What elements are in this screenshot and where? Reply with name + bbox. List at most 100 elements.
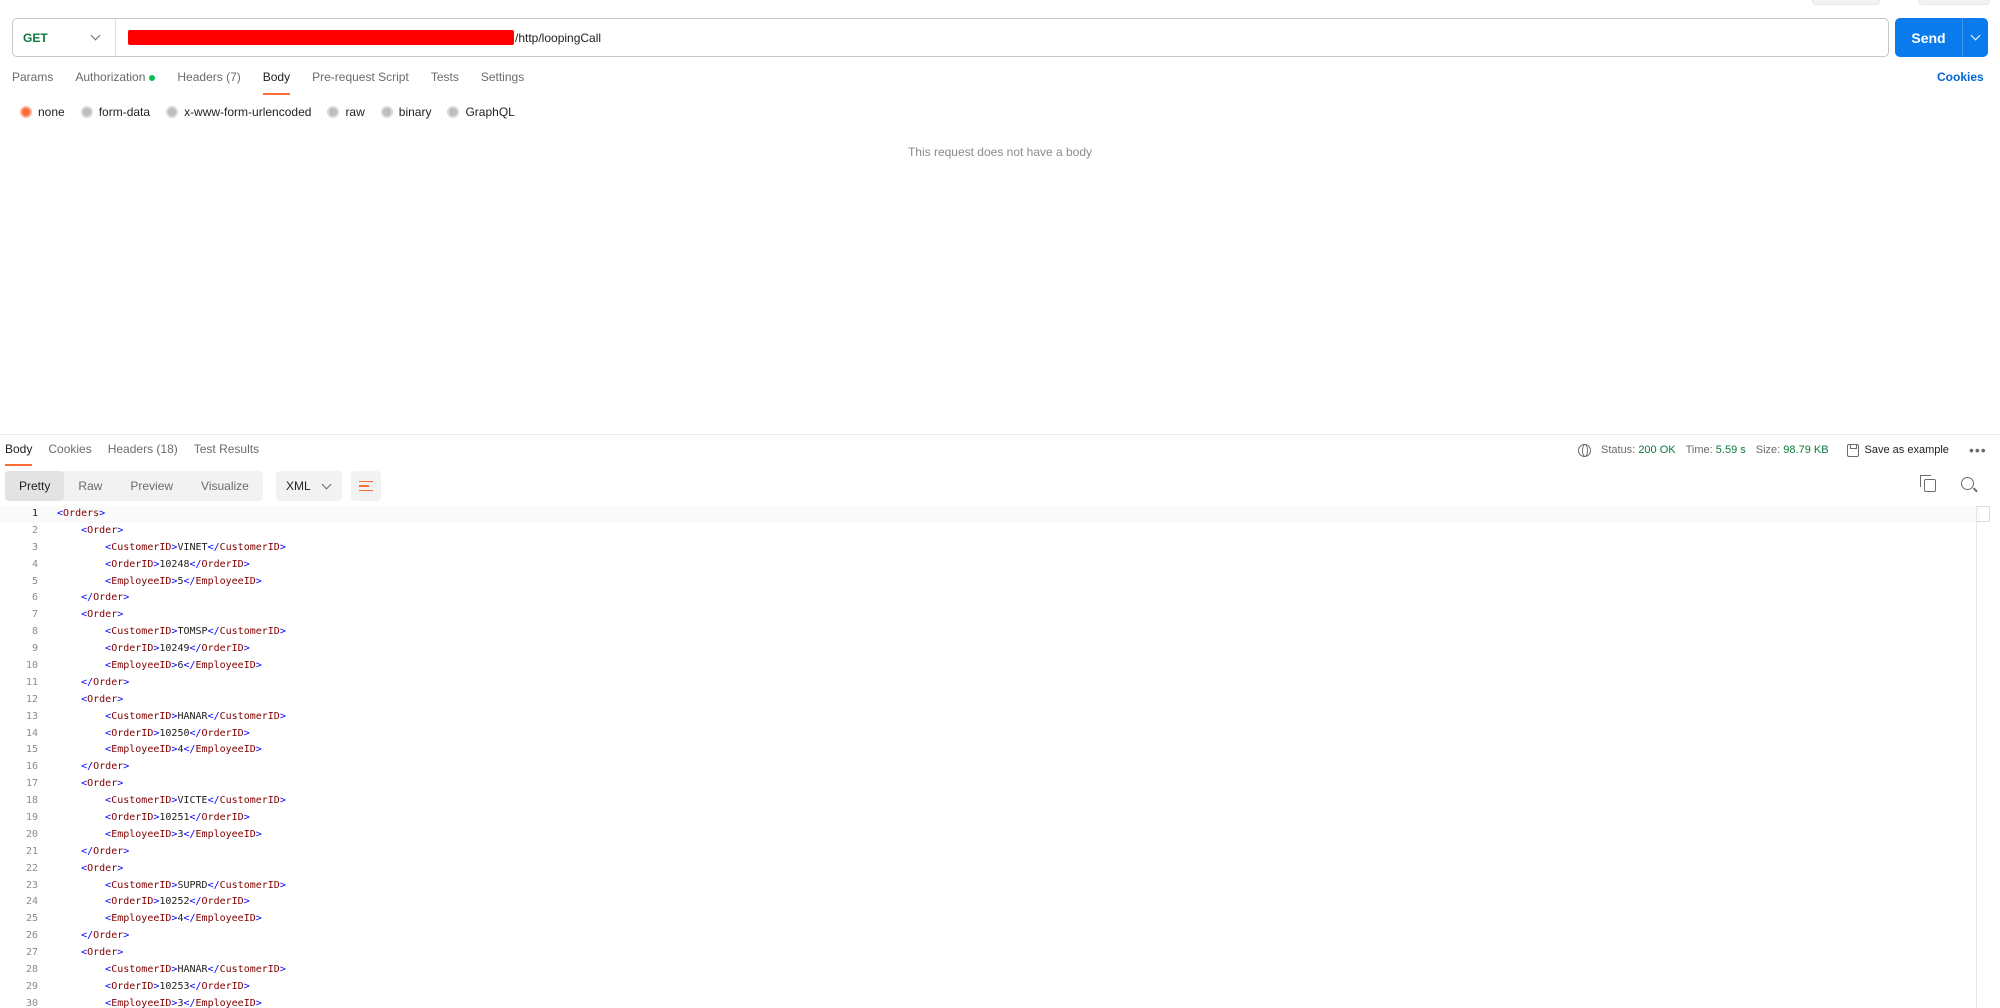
- tab-params[interactable]: Params: [12, 70, 53, 95]
- tab-label: Authorization: [75, 70, 146, 84]
- more-options-icon[interactable]: •••: [1969, 442, 1987, 458]
- tab-label: Headers (7): [177, 70, 241, 84]
- line-number: 17: [25, 778, 38, 790]
- line-number: 21: [25, 845, 38, 857]
- format-select[interactable]: XML: [276, 471, 342, 501]
- scrollbar[interactable]: [1977, 506, 1990, 522]
- tab-response-headers[interactable]: Headers (18): [108, 442, 178, 466]
- code-line: 24 <OrderID>10252</OrderID>: [0, 894, 1980, 911]
- line-number: 27: [25, 947, 38, 959]
- size-readout[interactable]: Size: 98.79 KB: [1756, 444, 1829, 456]
- code-text: </Order>: [81, 592, 130, 604]
- code-line: 21 </Order>: [0, 844, 1980, 861]
- code-text: <Order>: [81, 693, 124, 705]
- chevron-down-icon: [321, 479, 332, 489]
- tab-pre-request-script[interactable]: Pre-request Script: [312, 70, 409, 95]
- code-text: <CustomerID>TOMSP</CustomerID>: [105, 626, 286, 638]
- radio-form-data[interactable]: form-data: [80, 105, 150, 119]
- tab-authorization[interactable]: Authorization: [75, 70, 156, 95]
- send-button[interactable]: Send: [1895, 18, 1962, 57]
- code-text: <OrderID>10252</OrderID>: [105, 896, 250, 908]
- tab-test-results[interactable]: Test Results: [194, 442, 259, 466]
- code-line: 13 <CustomerID>HANAR</CustomerID>: [0, 709, 1980, 726]
- tab-label: Headers (18): [107, 442, 178, 456]
- code-line: 18 <CustomerID>VICTE</CustomerID>: [0, 793, 1980, 810]
- radio-icon: [166, 106, 179, 118]
- top-toolbar-stub-right: [1918, 0, 1990, 5]
- tab-body[interactable]: Body: [262, 70, 291, 95]
- tab-tests[interactable]: Tests: [431, 70, 459, 95]
- line-number: 6: [31, 592, 38, 604]
- send-options-button[interactable]: [1962, 18, 1988, 57]
- chevron-down-icon: [1970, 30, 1981, 41]
- line-number: 23: [25, 879, 38, 891]
- cookies-link[interactable]: Cookies: [1937, 70, 1984, 84]
- tab-settings[interactable]: Settings: [481, 70, 524, 95]
- code-line: 5 <EmployeeID>5</EmployeeID>: [0, 574, 1980, 591]
- wrap-lines-button[interactable]: [351, 471, 381, 501]
- network-globe-icon[interactable]: [1578, 443, 1591, 457]
- code-line: 3 <CustomerID>VINET</CustomerID>: [0, 540, 1980, 557]
- tab-label: Params: [12, 70, 54, 84]
- code-line: 30 <EmployeeID>3</EmployeeID>: [0, 996, 1980, 1008]
- time-readout[interactable]: Time: 5.59 s: [1686, 444, 1746, 456]
- radio-raw[interactable]: raw: [327, 105, 365, 119]
- code-text: <Order>: [81, 778, 124, 790]
- line-number: 20: [25, 828, 38, 840]
- code-text: <Order>: [81, 862, 124, 874]
- line-number: 13: [25, 710, 38, 722]
- body-type-radios: none form-data x-www-form-urlencoded raw…: [20, 105, 531, 119]
- line-number: 7: [31, 609, 38, 621]
- code-line: 2 <Order>: [0, 523, 1980, 540]
- view-pretty[interactable]: Pretty: [5, 471, 65, 501]
- code-text: <OrderID>10249</OrderID>: [105, 643, 250, 655]
- tab-label: Body: [262, 70, 291, 84]
- code-text: <OrderID>10248</OrderID>: [105, 558, 250, 570]
- line-number: 19: [25, 812, 38, 824]
- tab-label: Settings: [480, 70, 525, 84]
- time-label: Time:: [1685, 444, 1713, 456]
- view-raw[interactable]: Raw: [64, 471, 116, 501]
- code-text: <CustomerID>HANAR</CustomerID>: [105, 710, 286, 722]
- code-text: </Order>: [81, 676, 130, 688]
- pane-divider[interactable]: [0, 434, 2000, 435]
- view-preview[interactable]: Preview: [116, 471, 187, 501]
- tab-label: Tests: [430, 70, 459, 84]
- radio-x-www-form-urlencoded[interactable]: x-www-form-urlencoded: [166, 105, 311, 119]
- radio-icon: [447, 106, 460, 118]
- status-label: Status:: [1601, 444, 1636, 456]
- code-line: 23 <CustomerID>SUPRD</CustomerID>: [0, 878, 1980, 895]
- url-input[interactable]: /http/loopingCall: [116, 19, 1888, 56]
- radio-selected-icon: [20, 106, 32, 118]
- line-number: 11: [25, 676, 38, 688]
- view-visualize[interactable]: Visualize: [187, 471, 263, 501]
- status-dot-icon: [149, 74, 156, 81]
- radio-label: GraphQL: [465, 105, 515, 119]
- line-number: 25: [25, 913, 38, 925]
- line-number: 9: [31, 643, 38, 655]
- response-code-view[interactable]: 1 <Orders> 2 <Order> 3 <CustomerID>VINET</C…: [0, 506, 1980, 1008]
- method-select[interactable]: GET: [13, 19, 116, 56]
- radio-binary[interactable]: binary: [380, 105, 431, 119]
- code-line: 19 <OrderID>10251</OrderID>: [0, 810, 1980, 827]
- code-line: 27 <Order>: [0, 945, 1980, 962]
- tab-response-body[interactable]: Body: [5, 442, 33, 466]
- status-readout[interactable]: Status: 200 OK: [1601, 444, 1676, 456]
- code-line: 28 <CustomerID>HANAR</CustomerID>: [0, 962, 1980, 979]
- radio-none[interactable]: none: [20, 105, 65, 119]
- request-tabs: Params Authorization Headers (7) Body Pr…: [12, 70, 546, 95]
- radio-label: raw: [345, 105, 365, 119]
- search-icon[interactable]: [1961, 477, 1974, 490]
- time-value: 5.59 s: [1715, 444, 1746, 456]
- code-text: <Orders>: [57, 508, 106, 519]
- line-number: 4: [31, 558, 38, 570]
- chevron-down-icon: [90, 30, 101, 41]
- line-number: 12: [25, 693, 38, 705]
- tab-headers[interactable]: Headers (7): [177, 70, 240, 95]
- tab-response-cookies[interactable]: Cookies: [48, 442, 91, 466]
- code-text: <EmployeeID>4</EmployeeID>: [105, 744, 262, 756]
- radio-graphql[interactable]: GraphQL: [447, 105, 515, 119]
- code-text: <EmployeeID>6</EmployeeID>: [105, 660, 262, 672]
- save-as-example-button[interactable]: Save as example: [1865, 444, 1949, 456]
- copy-icon[interactable]: [1920, 475, 1936, 492]
